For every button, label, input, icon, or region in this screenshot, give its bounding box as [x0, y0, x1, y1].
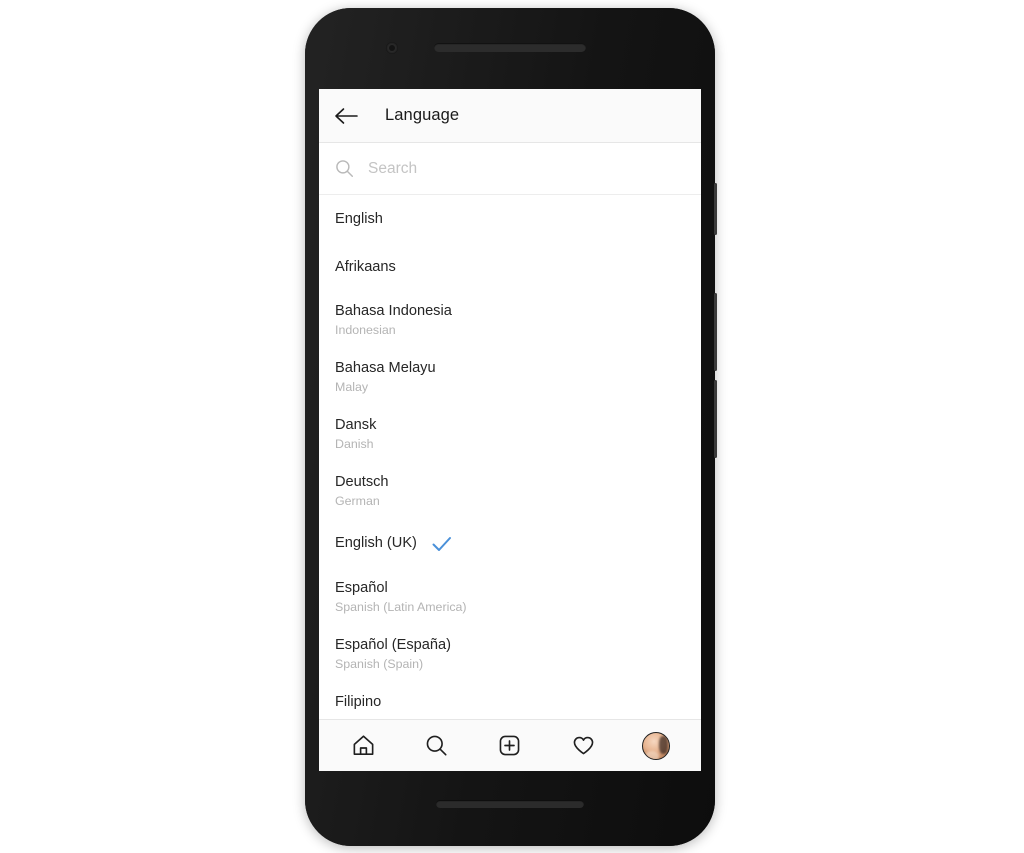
nav-item-profile[interactable]: [632, 726, 680, 766]
phone-device-frame: Language English: [305, 8, 717, 846]
list-item-selected[interactable]: English (UK): [319, 519, 701, 568]
volume-up-button[interactable]: [714, 293, 717, 371]
search-input[interactable]: [368, 159, 685, 178]
language-english-name: Malay: [335, 380, 369, 394]
language-native-name: Filipino: [335, 694, 382, 710]
arrow-left-icon: [335, 107, 358, 124]
home-icon: [353, 735, 374, 755]
bottom-nav-bar: [319, 719, 701, 771]
nav-item-activity[interactable]: [559, 726, 607, 766]
list-item[interactable]: Bahasa Indonesia Indonesian: [319, 291, 701, 348]
language-native-name: Bahasa Indonesia: [335, 303, 452, 319]
list-item-clipped[interactable]: Filipino: [319, 682, 701, 719]
search-bar[interactable]: [319, 143, 701, 195]
bottom-speaker-icon: [436, 800, 584, 808]
language-native-name: Deutsch: [335, 474, 389, 490]
avatar: [642, 731, 671, 760]
check-icon: [431, 534, 453, 554]
list-item[interactable]: Afrikaans: [319, 243, 701, 291]
list-item[interactable]: Deutsch German: [319, 462, 701, 519]
language-english-name: Spanish (Spain): [335, 657, 424, 671]
phone-screen: Language English: [319, 89, 701, 771]
front-camera-icon: [386, 42, 398, 54]
language-english-name: German: [335, 494, 380, 508]
screenshot-stage: Language English: [0, 0, 1024, 853]
search-icon: [426, 735, 447, 756]
language-native-name: Bahasa Melayu: [335, 360, 436, 376]
back-button[interactable]: [333, 99, 367, 133]
language-native-name: Español: [335, 580, 388, 596]
earpiece-speaker-icon: [434, 43, 586, 52]
page-title: Language: [385, 106, 460, 124]
language-native-name: Español (España): [335, 637, 452, 653]
volume-down-button[interactable]: [714, 380, 717, 458]
language-native-name: English (UK): [335, 535, 417, 551]
list-item[interactable]: Dansk Danish: [319, 405, 701, 462]
plus-square-icon: [500, 735, 520, 756]
list-item[interactable]: Español Spanish (Latin America): [319, 568, 701, 625]
list-item[interactable]: Bahasa Melayu Malay: [319, 348, 701, 405]
language-native-name: Dansk: [335, 417, 377, 433]
power-button[interactable]: [714, 183, 717, 235]
nav-item-home[interactable]: [340, 726, 388, 766]
list-item[interactable]: Español (España) Spanish (Spain): [319, 625, 701, 682]
heart-icon: [573, 736, 594, 755]
nav-item-search[interactable]: [413, 726, 461, 766]
language-english-name: Spanish (Latin America): [335, 600, 467, 614]
list-item[interactable]: English: [319, 195, 701, 243]
nav-item-add[interactable]: [486, 726, 534, 766]
language-native-name: English: [335, 211, 383, 227]
language-english-name: Danish: [335, 437, 374, 451]
language-list[interactable]: English Afrikaans Bahasa Indonesia Indon…: [319, 195, 701, 719]
language-english-name: Indonesian: [335, 323, 396, 337]
app-header: Language: [319, 89, 701, 143]
language-native-name: Afrikaans: [335, 259, 396, 275]
search-icon: [335, 159, 354, 178]
